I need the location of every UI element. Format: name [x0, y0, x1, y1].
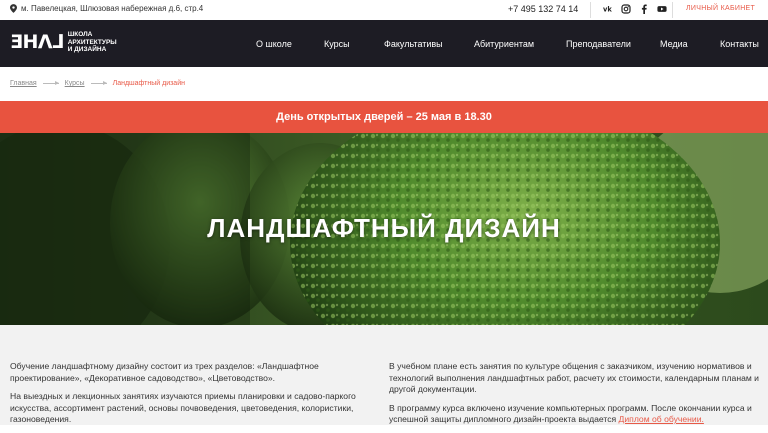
address-text: м. Павелецкая, Шлюзовая набережная д.6, …: [21, 4, 204, 13]
phone-link[interactable]: +7 495 132 74 14: [508, 4, 578, 14]
hero-section: ЛАНДШАФТНЫЙ ДИЗАЙН: [0, 133, 768, 325]
school-logo[interactable]: ƎHΛ⅃ школа архитектуры и дизайна: [10, 31, 117, 54]
nav-item-courses[interactable]: Курсы: [324, 39, 350, 49]
nav-item-media[interactable]: Медиа: [660, 39, 688, 49]
arrow-right-icon: [90, 81, 107, 85]
svg-text:vk: vk: [603, 6, 612, 14]
youtube-icon[interactable]: [657, 4, 667, 14]
nav-item-contacts[interactable]: Контакты: [720, 39, 759, 49]
description-left-column: Обучение ландшафтному дизайну состоит из…: [10, 361, 360, 433]
diploma-link[interactable]: Диплом об обучении.: [619, 414, 704, 424]
nav-item-teachers[interactable]: Преподаватели: [566, 39, 631, 49]
logo-line: архитектуры: [67, 38, 117, 46]
breadcrumb-home[interactable]: Главная: [10, 80, 37, 87]
logo-text: школа архитектуры и дизайна: [68, 31, 117, 54]
personal-cabinet-link[interactable]: ЛИЧНЫЙ КАБИНЕТ: [686, 5, 755, 12]
vk-icon[interactable]: vk: [603, 4, 613, 14]
logo-line: и дизайна: [67, 46, 107, 53]
open-day-text: День открытых дверей – 25 мая в 18.30: [276, 111, 492, 123]
facebook-icon[interactable]: [639, 4, 649, 14]
breadcrumb-courses[interactable]: Курсы: [65, 80, 85, 87]
logo-line: школа: [67, 31, 93, 38]
main-navigation: ƎHΛ⅃ школа архитектуры и дизайна О школе…: [0, 20, 768, 67]
open-day-banner[interactable]: День открытых дверей – 25 мая в 18.30: [0, 101, 768, 133]
logo-mark: ƎHΛ⅃: [10, 31, 64, 54]
social-links: vk: [603, 4, 667, 14]
breadcrumb-current: Ландшафтный дизайн: [112, 80, 185, 87]
divider: [590, 2, 591, 18]
divider: [672, 2, 673, 18]
location-pin-icon: [10, 4, 17, 13]
arrow-right-icon: [42, 81, 59, 85]
instagram-icon[interactable]: [621, 4, 631, 14]
nav-item-applicants[interactable]: Абитуриентам: [474, 39, 534, 49]
address: м. Павелецкая, Шлюзовая набережная д.6, …: [10, 4, 203, 13]
nav-item-about[interactable]: О школе: [256, 39, 292, 49]
nav-item-electives[interactable]: Факультативы: [384, 39, 443, 49]
description-paragraph: Обучение ландшафтному дизайну состоит из…: [10, 361, 319, 383]
top-info-bar: м. Павелецкая, Шлюзовая набережная д.6, …: [0, 0, 768, 20]
breadcrumb: Главная Курсы Ландшафтный дизайн: [10, 80, 185, 87]
description-paragraph: В учебном плане есть занятия по культуре…: [389, 361, 759, 394]
description-paragraph: В программу курса включено изучение комп…: [389, 403, 761, 426]
course-description: Обучение ландшафтному дизайну состоит из…: [0, 325, 768, 425]
page-title: ЛАНДШАФТНЫЙ ДИЗАЙН: [207, 213, 561, 243]
description-right-column: В учебном плане есть занятия по культуре…: [389, 361, 761, 433]
description-paragraph: На выездных и лекционных занятиях изучаю…: [10, 391, 356, 424]
